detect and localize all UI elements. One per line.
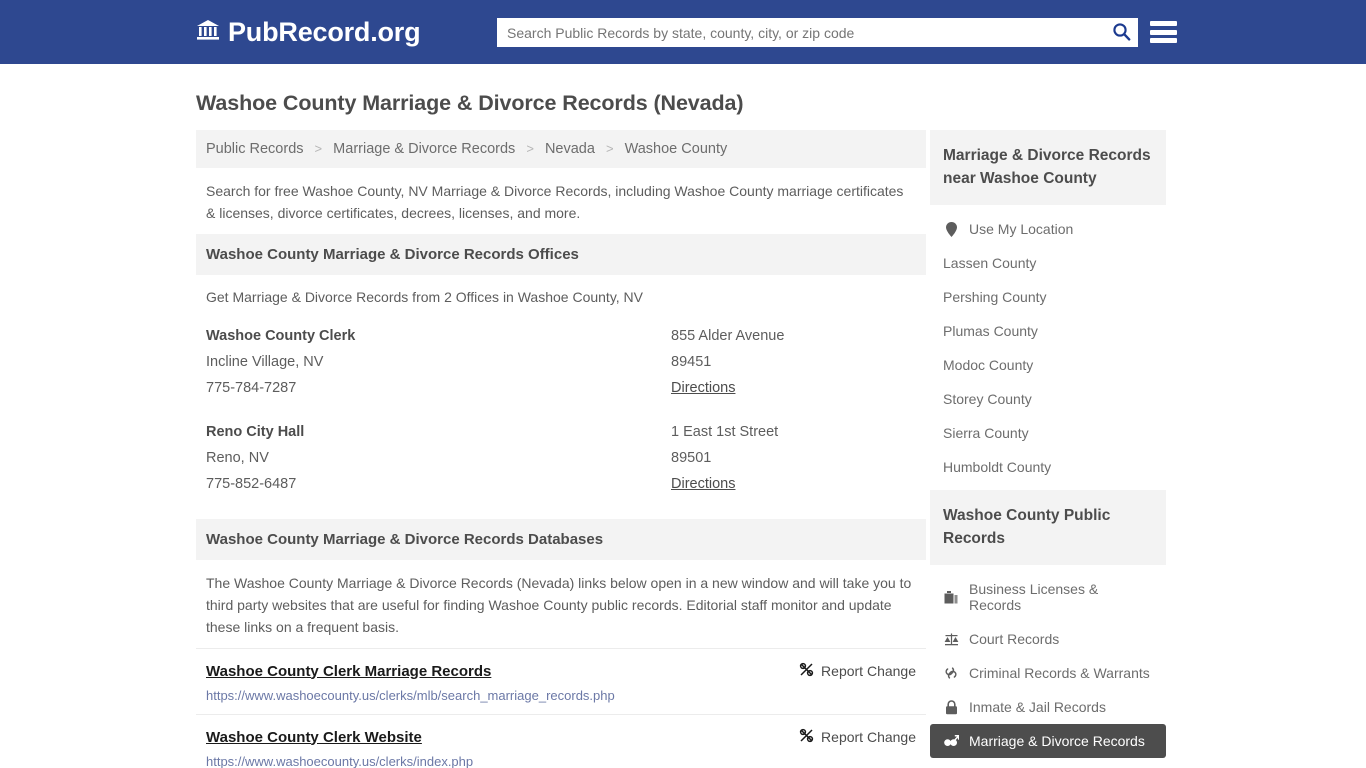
page-body: Washoe County Marriage & Divorce Records…: [0, 91, 1366, 768]
logo-text: PubRecord.org: [228, 16, 421, 47]
database-link-url[interactable]: https://www.washoecounty.us/clerks/index…: [206, 754, 916, 768]
report-change-button[interactable]: Report Change: [799, 728, 916, 746]
search-button[interactable]: [1104, 18, 1138, 47]
database-link-row: Washoe County Clerk Marriage Records Rep…: [196, 648, 926, 714]
briefcase-icon: [943, 590, 959, 604]
sidebar-item-use-my-location[interactable]: Use My Location: [930, 212, 1166, 246]
site-header: PubRecord.org: [0, 0, 1366, 64]
sidebar-item-label: Plumas County: [943, 323, 1038, 339]
sidebar-item-label: Humboldt County: [943, 459, 1052, 475]
breadcrumb-separator: >: [526, 141, 534, 156]
database-link-top: Washoe County Clerk Website Report Chang…: [206, 728, 916, 746]
breadcrumb-item-marriage-divorce-records[interactable]: Marriage & Divorce Records: [333, 141, 515, 157]
sidebar-item-label: Pershing County: [943, 289, 1047, 305]
report-change-label: Report Change: [821, 663, 916, 679]
sidebar-item-label: Court Records: [969, 631, 1060, 647]
office-street: 1 East 1st Street: [671, 424, 779, 440]
databases-description: The Washoe County Marriage & Divorce Rec…: [206, 575, 912, 635]
search-icon: [1112, 22, 1131, 44]
sidebar-item-business-licenses[interactable]: Business Licenses & Records: [930, 572, 1166, 622]
sidebar-public-records-heading: Washoe County Public Records: [930, 490, 1166, 565]
site-logo[interactable]: PubRecord.org: [196, 16, 421, 48]
database-link-url[interactable]: https://www.washoecounty.us/clerks/mlb/s…: [206, 688, 916, 703]
gender-symbols-icon: [943, 734, 959, 748]
breadcrumb-separator: >: [314, 141, 323, 156]
sidebar-item-label: Modoc County: [943, 357, 1034, 373]
offices-note: Get Marriage & Divorce Records from 2 Of…: [206, 289, 644, 305]
sidebar-item-plumas-county[interactable]: Plumas County: [930, 314, 1166, 348]
sidebar-item-label: Storey County: [943, 391, 1032, 407]
broken-link-icon: [799, 728, 814, 746]
breadcrumb-item-nevada[interactable]: Nevada: [545, 141, 595, 157]
sidebar-item-criminal-records[interactable]: Criminal Records & Warrants: [930, 656, 1166, 690]
scales-icon: [943, 632, 959, 646]
office-left: Washoe County Clerk Incline Village, NV …: [206, 323, 671, 401]
office-zip: 89501: [671, 450, 712, 466]
breadcrumb-separator: >: [605, 141, 614, 156]
office-city-state: Incline Village, NV: [206, 354, 324, 370]
content-columns: Public Records > Marriage & Divorce Reco…: [196, 130, 1170, 768]
breadcrumb: Public Records > Marriage & Divorce Reco…: [196, 130, 926, 168]
sidebar: Marriage & Divorce Records near Washoe C…: [930, 130, 1166, 768]
office-right: 855 Alder Avenue 89451 Directions: [671, 323, 916, 401]
sidebar-item-marriage-divorce-records[interactable]: Marriage & Divorce Records: [930, 724, 1166, 758]
sidebar-item-label: Criminal Records & Warrants: [969, 665, 1150, 681]
map-pin-icon: [943, 221, 959, 237]
broken-link-icon: [799, 662, 814, 680]
databases-section-heading: Washoe County Marriage & Divorce Records…: [196, 519, 926, 560]
office-zip: 89451: [671, 354, 712, 370]
directions-link[interactable]: Directions: [671, 375, 735, 401]
database-link-title[interactable]: Washoe County Clerk Marriage Records: [206, 663, 799, 680]
office-row: Reno City Hall Reno, NV 775-852-6487 1 E…: [196, 409, 926, 505]
office-right: 1 East 1st Street 89501 Directions: [671, 419, 916, 497]
database-link-title[interactable]: Washoe County Clerk Website: [206, 729, 799, 746]
office-name: Reno City Hall: [206, 424, 305, 440]
sidebar-item-court-records[interactable]: Court Records: [930, 622, 1166, 656]
sidebar-item-label: Sierra County: [943, 425, 1029, 441]
bank-icon: [196, 17, 220, 48]
office-row: Washoe County Clerk Incline Village, NV …: [196, 313, 926, 409]
breadcrumb-item-washoe-county[interactable]: Washoe County: [625, 141, 728, 157]
sidebar-item-modoc-county[interactable]: Modoc County: [930, 348, 1166, 382]
database-link-top: Washoe County Clerk Marriage Records Rep…: [206, 662, 916, 680]
sidebar-item-pershing-county[interactable]: Pershing County: [930, 280, 1166, 314]
handcuffs-icon: [943, 666, 959, 680]
sidebar-nearby-list: Use My Location Lassen County Pershing C…: [930, 205, 1166, 490]
sidebar-item-storey-county[interactable]: Storey County: [930, 382, 1166, 416]
sidebar-item-lassen-county[interactable]: Lassen County: [930, 246, 1166, 280]
sidebar-item-label: Use My Location: [969, 221, 1074, 237]
office-name: Washoe County Clerk: [206, 328, 356, 344]
intro-text: Search for free Washoe County, NV Marria…: [206, 183, 904, 221]
hamburger-menu-icon[interactable]: [1150, 18, 1177, 46]
sidebar-item-label: Business Licenses & Records: [969, 581, 1099, 613]
sidebar-item-label: Inmate & Jail Records: [969, 699, 1106, 715]
report-change-label: Report Change: [821, 729, 916, 745]
sidebar-item-label: Marriage & Divorce Records: [969, 733, 1145, 749]
directions-link[interactable]: Directions: [671, 471, 735, 497]
office-phone: 775-784-7287: [206, 380, 297, 396]
office-phone: 775-852-6487: [206, 476, 297, 492]
lock-icon: [943, 699, 959, 715]
office-street: 855 Alder Avenue: [671, 328, 785, 344]
sidebar-public-records-list: Business Licenses & Records Court Record…: [930, 565, 1166, 764]
offices-section-heading: Washoe County Marriage & Divorce Records…: [196, 234, 926, 275]
sidebar-item-inmate-jail-records[interactable]: Inmate & Jail Records: [930, 690, 1166, 724]
search-input[interactable]: [497, 18, 1104, 47]
report-change-button[interactable]: Report Change: [799, 662, 916, 680]
sidebar-item-humboldt-county[interactable]: Humboldt County: [930, 450, 1166, 484]
office-city-state: Reno, NV: [206, 450, 269, 466]
sidebar-item-sierra-county[interactable]: Sierra County: [930, 416, 1166, 450]
sidebar-item-label: Lassen County: [943, 255, 1037, 271]
sidebar-nearby-heading: Marriage & Divorce Records near Washoe C…: [930, 130, 1166, 205]
page-title: Washoe County Marriage & Divorce Records…: [196, 91, 744, 115]
main-column: Public Records > Marriage & Divorce Reco…: [196, 130, 926, 768]
database-link-row: Washoe County Clerk Website Report Chang…: [196, 714, 926, 768]
search-bar: [497, 18, 1138, 47]
office-left: Reno City Hall Reno, NV 775-852-6487: [206, 419, 671, 497]
breadcrumb-item-public-records[interactable]: Public Records: [206, 141, 304, 157]
